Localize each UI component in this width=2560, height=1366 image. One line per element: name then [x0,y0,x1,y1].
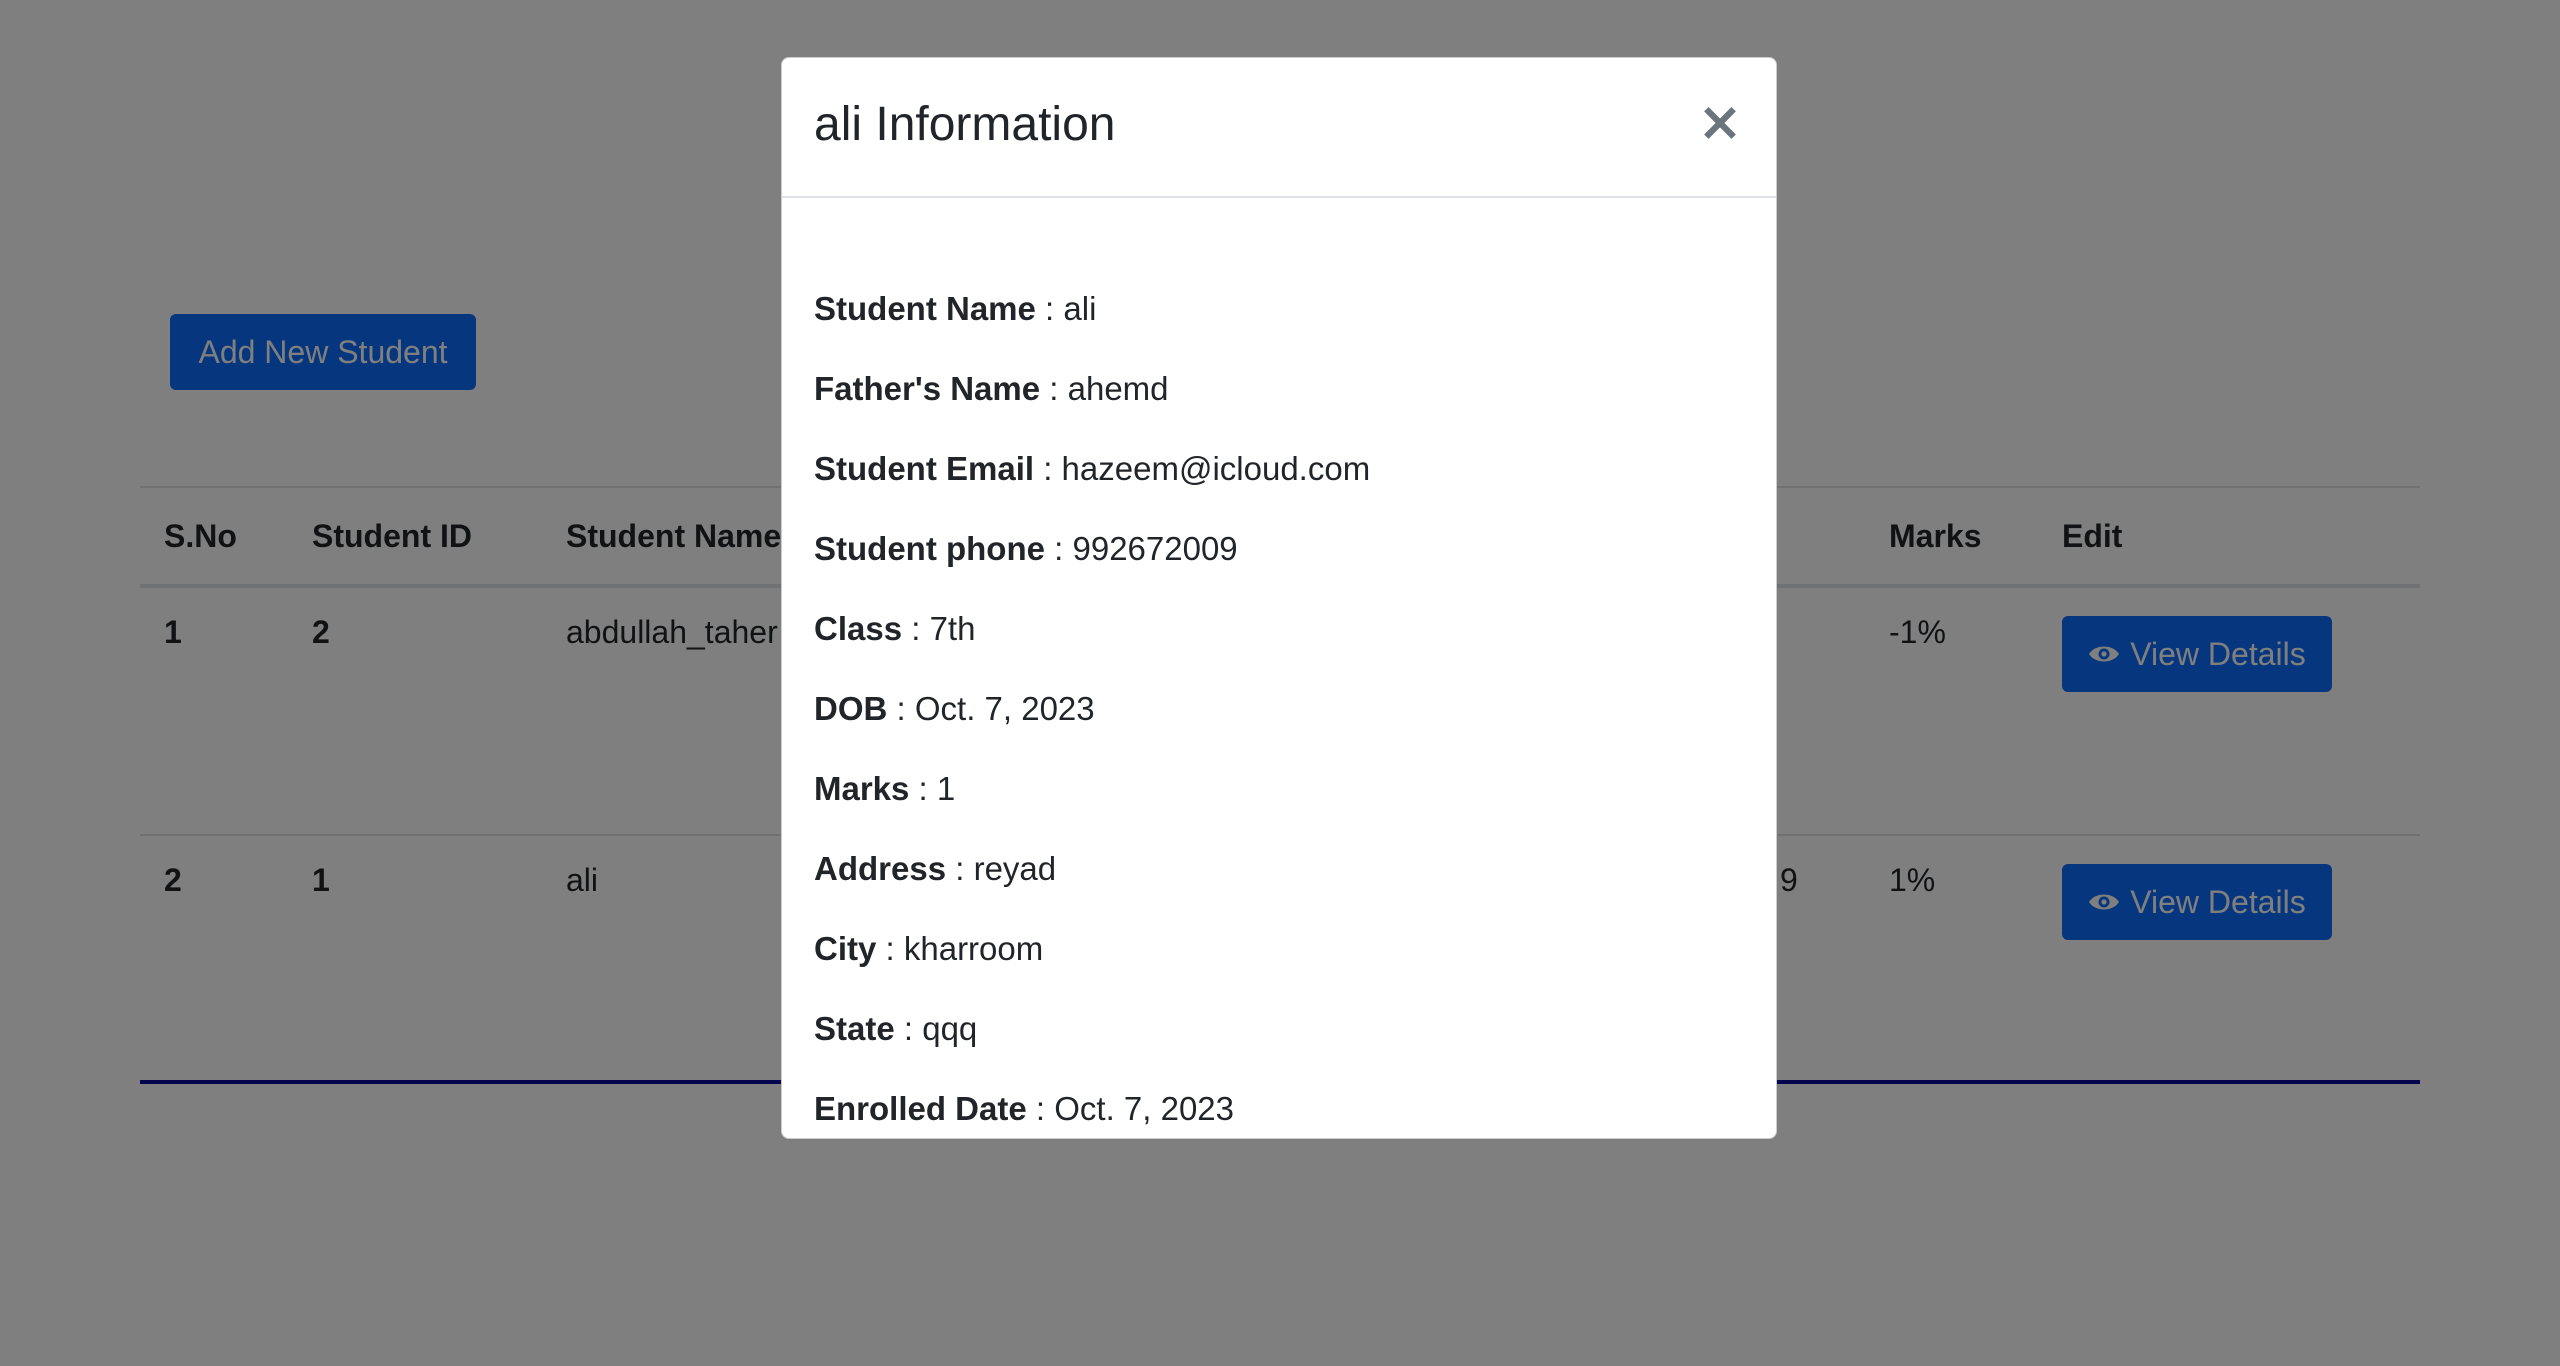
field-student-phone: Student phone : 992672009 [814,530,1238,567]
field-student-name: Student Name : ali [814,290,1097,327]
field-student-email: Student Email : hazeem@icloud.com [814,450,1371,487]
field-class: Class : 7th [814,610,976,647]
field-address: Address : reyad [814,850,1057,887]
field-marks: Marks : 1 [814,770,956,807]
field-state: State : qqq [814,1010,978,1047]
modal-header: ali Information × [782,58,1776,198]
field-dob: DOB : Oct. 7, 2023 [814,690,1095,727]
student-info-modal: ali Information × Student Name : ali Fat… [781,57,1777,1139]
field-enrolled-date: Enrolled Date : Oct. 7, 2023 [814,1090,1235,1127]
field-father-name: Father's Name : ahemd [814,370,1169,407]
modal-title: ali Information [814,98,1116,151]
close-icon[interactable]: × [1692,94,1748,150]
field-city: City : kharroom [814,930,1044,967]
